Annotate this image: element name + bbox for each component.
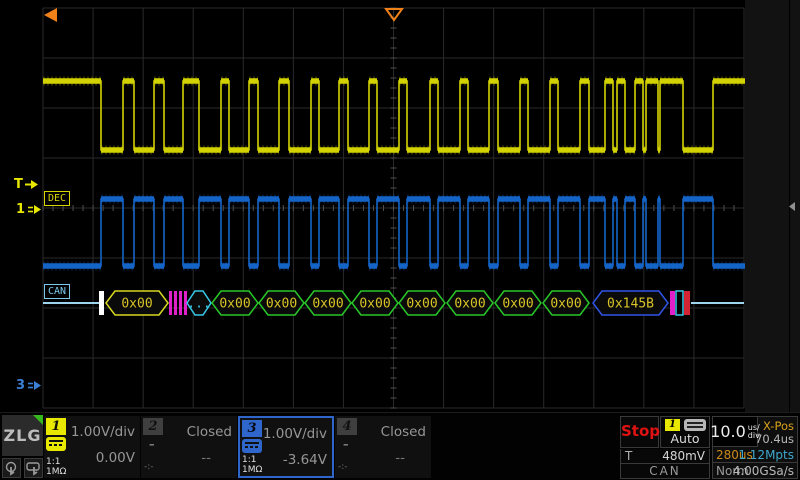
channel-4-state: Closed xyxy=(381,424,426,440)
channel-4-value: -- xyxy=(395,450,405,466)
trigger-source-badge: 1 xyxy=(665,419,680,431)
memory-depth: 1.12Mpts xyxy=(738,448,794,462)
channel-level-icon xyxy=(27,204,41,215)
channel-1-badge: 1 xyxy=(46,418,66,435)
channel-2-probe-dash: -:- xyxy=(144,462,154,472)
channel-4-panel[interactable]: 4 – -:- Closed -- xyxy=(335,416,431,478)
channel-2-panel[interactable]: 2 – -:- Closed -- xyxy=(141,416,237,478)
can-field-value: 0x00 xyxy=(502,297,533,312)
channel-3-probe-ratio: 1:1 xyxy=(242,455,256,465)
channel-3-offset: -3.64V xyxy=(283,452,327,468)
can-field-value: 0x00 xyxy=(312,297,343,312)
channel-3-scale: 1.00V/div xyxy=(263,426,327,442)
can-stuff-bits-marker xyxy=(174,291,177,315)
touch-tap-button[interactable] xyxy=(2,458,21,478)
channel-2-value: -- xyxy=(201,450,211,466)
trigger-bus-type: CAN xyxy=(620,464,710,479)
touch-drag-icon xyxy=(26,461,41,476)
touch-tap-icon xyxy=(4,461,19,476)
can-badge-label: CAN xyxy=(48,286,66,297)
acquisition-row: 280us 1.12Mpts xyxy=(713,447,797,463)
waveform-canvas: 0x00... 0x00 0x00 0x00 0x00 0x00 0x00 0x00 0x00 0… xyxy=(0,0,800,412)
channel-4-coupling-dash: – xyxy=(343,438,349,451)
timebase-panel[interactable]: 10.0 us/ div X-Pos 70.4us 280us 1.12Mpts… xyxy=(712,416,798,479)
channel-1-coupling-icon xyxy=(46,437,66,451)
can-stuff-bits-marker xyxy=(179,291,182,315)
trigger-coupling-icon xyxy=(684,419,706,431)
channel-2-badge: 2 xyxy=(143,418,163,435)
trigger-level-marker[interactable]: T xyxy=(14,177,38,192)
can-end-marker xyxy=(670,291,675,315)
can-bus-badge: CAN xyxy=(44,284,70,299)
trigger-level-label: T xyxy=(14,177,23,192)
can-end-marker xyxy=(684,291,690,315)
waveform-display[interactable]: 0x00... 0x00 0x00 0x00 0x00 0x00 0x00 0x00 0x00 0… xyxy=(0,0,800,412)
channel-3-panel[interactable]: 3 1:1 1MΩ 1.00V/div -3.64V xyxy=(238,416,334,478)
oscilloscope-screen: 0x00... 0x00 0x00 0x00 0x00 0x00 0x00 0x00 0x00 0… xyxy=(0,0,800,480)
channel-3-badge: 3 xyxy=(242,420,262,437)
channel-3-impedance: 1MΩ xyxy=(242,465,262,475)
can-field-value: 0x00 xyxy=(121,297,152,312)
channel-1-scale: 1.00V/div xyxy=(71,424,135,440)
zlg-logo: ZLG xyxy=(2,415,43,456)
channel-3-marker-label: 3 xyxy=(16,378,25,393)
channel-level-icon xyxy=(27,380,41,391)
can-field-value: 0x00 xyxy=(406,297,437,312)
can-field-value: 0x00 xyxy=(550,297,581,312)
can-sof-marker xyxy=(99,291,104,315)
can-stuff-bits-marker xyxy=(169,291,172,315)
status-bar: ZLG 1 1:1 1MΩ 1.00V/div 0.00V 2 xyxy=(0,412,800,480)
channel-3-coupling-icon xyxy=(242,439,262,453)
can-field-value: 0x00 xyxy=(454,297,485,312)
dec-badge-label: DEC xyxy=(48,193,66,204)
logo-corner-triangle xyxy=(33,415,43,425)
channel-2-coupling-dash: – xyxy=(149,438,155,451)
can-field-value: 0x00 xyxy=(359,297,390,312)
right-arrow-icon xyxy=(25,179,38,190)
channel-1-offset: 0.00V xyxy=(96,450,135,466)
trigger-status-box[interactable]: 1 Auto xyxy=(660,416,710,448)
trigger-mode-label: Auto xyxy=(661,431,709,446)
trigger-level-value: 480mV xyxy=(662,449,705,463)
xpos-value: 70.4us xyxy=(755,432,794,446)
dec-badge: DEC xyxy=(44,191,70,206)
timebase-scale-box[interactable]: 10.0 us/ div xyxy=(713,417,758,447)
run-state-button[interactable]: Stop xyxy=(620,416,659,448)
can-field-value: ... xyxy=(187,297,210,312)
sample-row: Norm 4.00GSa/s xyxy=(713,464,797,479)
trigger-corner-marker[interactable] xyxy=(44,8,57,22)
channel-4-probe-dash: -:- xyxy=(338,462,348,472)
can-ack-marker xyxy=(676,291,683,315)
channel-4-badge: 4 xyxy=(337,418,357,435)
can-field-value: 0x00 xyxy=(266,297,297,312)
zlg-logo-text: ZLG xyxy=(4,426,42,445)
channel-2-state: Closed xyxy=(187,424,232,440)
channel-1-position-marker[interactable]: 1 xyxy=(16,202,41,217)
can-field-value: 0x145B xyxy=(607,297,654,312)
sample-rate: 4.00GSa/s xyxy=(733,464,794,478)
trigger-level-row: T 480mV xyxy=(620,449,710,464)
trigger-t-label: T xyxy=(625,449,632,463)
xpos-label: X-Pos xyxy=(763,419,794,433)
channel-1-marker-label: 1 xyxy=(16,202,25,217)
channel-1-impedance: 1MΩ xyxy=(46,467,66,477)
channel-3-position-marker[interactable]: 3 xyxy=(16,378,41,393)
touch-drag-button[interactable] xyxy=(24,458,43,478)
channel-1-panel[interactable]: 1 1:1 1MΩ 1.00V/div 0.00V xyxy=(44,416,140,478)
can-field-value: 0x00 xyxy=(219,297,250,312)
timebase-scale-value: 10.0 xyxy=(710,422,746,441)
channel-1-probe-ratio: 1:1 xyxy=(46,457,60,467)
